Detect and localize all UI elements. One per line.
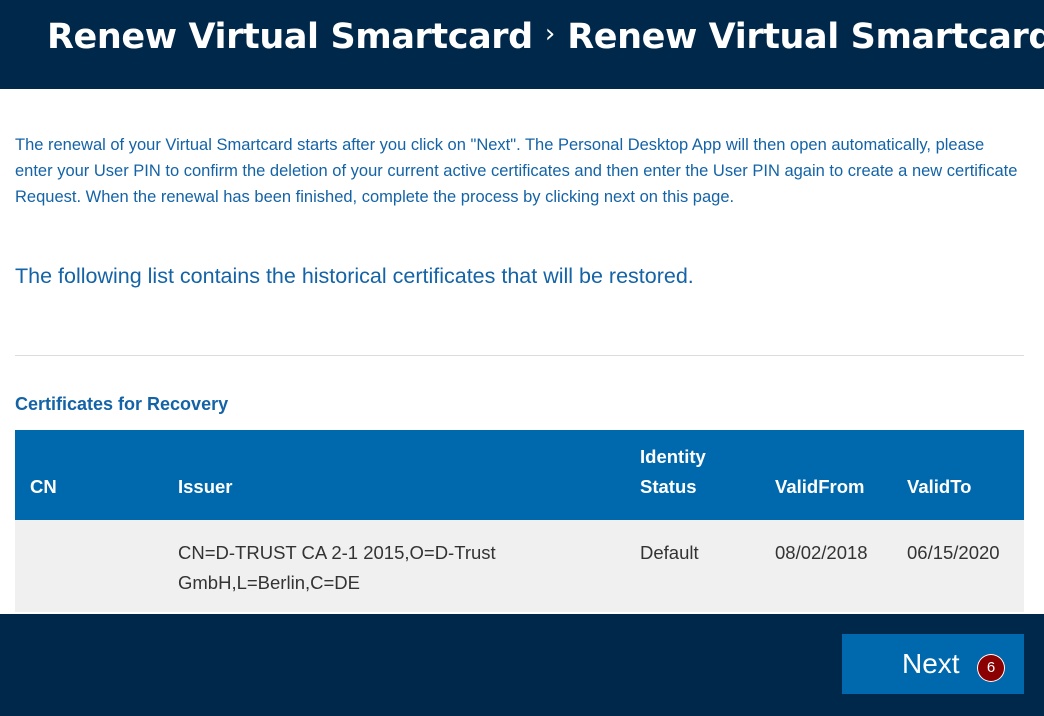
next-badge: 6 xyxy=(977,654,1005,682)
breadcrumb: Renew Virtual Smartcard › Renew Virtual … xyxy=(47,17,1044,57)
column-header-cn[interactable]: CN xyxy=(30,472,57,502)
page-footer: Next 6 xyxy=(0,614,1044,716)
table-header: CN Issuer Identity Status ValidFrom Vali… xyxy=(15,430,1024,520)
column-header-identity-status[interactable]: Identity Status xyxy=(640,442,750,502)
cell-issuer: CN=D-TRUST CA 2-1 2015,O=D-Trust GmbH,L=… xyxy=(178,542,496,593)
next-button[interactable]: Next 6 xyxy=(842,634,1024,694)
column-header-issuer[interactable]: Issuer xyxy=(178,472,508,502)
column-header-valid-from[interactable]: ValidFrom xyxy=(775,472,864,502)
cell-valid-to: 06/15/2020 xyxy=(907,542,1000,563)
column-header-valid-to[interactable]: ValidTo xyxy=(907,472,971,502)
table-row[interactable]: CN=D-TRUST CA 2-1 2015,O=D-Trust GmbH,L=… xyxy=(15,520,1024,612)
certificates-table: CN Issuer Identity Status ValidFrom Vali… xyxy=(15,430,1024,612)
section-title: Certificates for Recovery xyxy=(15,394,229,414)
divider xyxy=(15,355,1024,356)
cell-identity-status: Default xyxy=(640,542,699,563)
next-button-label: Next xyxy=(902,648,960,679)
page-header: Renew Virtual Smartcard › Renew Virtual … xyxy=(0,0,1044,89)
breadcrumb-item-current: Renew Virtual Smartcard xyxy=(567,17,1044,57)
chevron-right-icon: › xyxy=(544,19,556,49)
list-heading: The following list contains the historic… xyxy=(15,264,694,288)
breadcrumb-item-parent[interactable]: Renew Virtual Smartcard xyxy=(47,17,533,57)
intro-text: The renewal of your Virtual Smartcard st… xyxy=(15,136,1018,206)
cell-valid-from: 08/02/2018 xyxy=(775,542,868,563)
